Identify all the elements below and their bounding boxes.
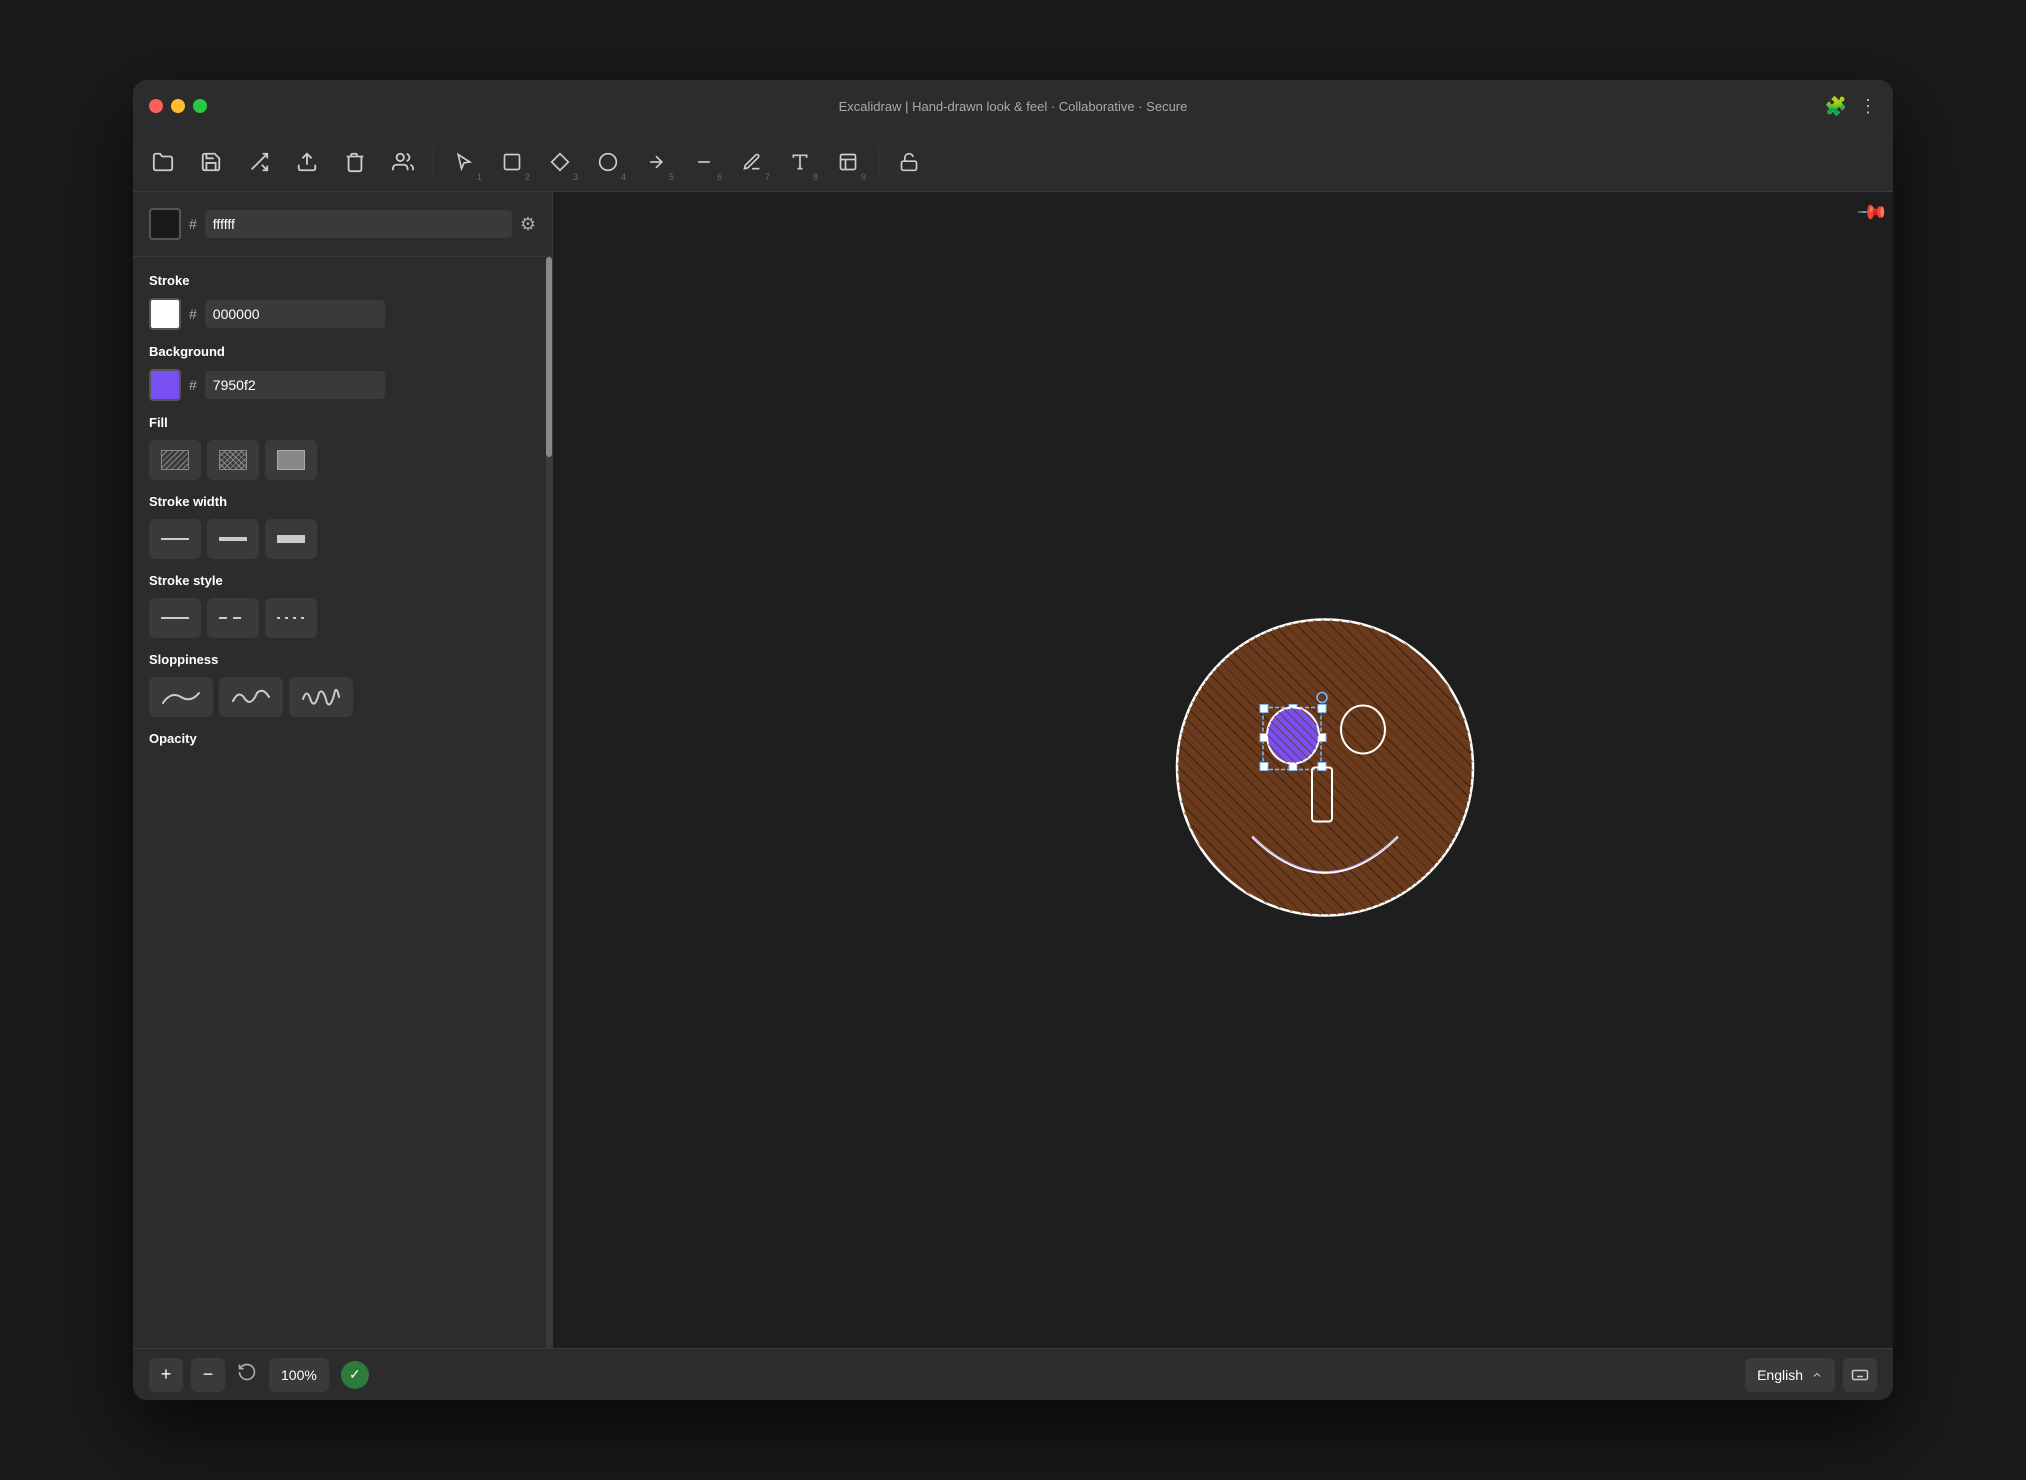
image-tool[interactable]: 9 bbox=[826, 140, 870, 184]
scrollbar-thumb[interactable] bbox=[546, 257, 552, 457]
stroke-style-label: Stroke style bbox=[149, 573, 538, 588]
stroke-dashed-button[interactable] bbox=[207, 598, 259, 638]
close-button[interactable] bbox=[149, 99, 163, 113]
share-button[interactable] bbox=[285, 140, 329, 184]
fullscreen-button[interactable] bbox=[193, 99, 207, 113]
traffic-lights bbox=[149, 99, 207, 113]
stroke-hash: # bbox=[189, 306, 197, 322]
left-panel: # ffffff ⚙ Stroke # 000000 bbox=[133, 192, 553, 1348]
fill-hatch-preview bbox=[161, 450, 189, 470]
titlebar-actions: 🧩 ⋮ bbox=[1825, 96, 1877, 117]
save-button[interactable] bbox=[189, 140, 233, 184]
rectangle-tool[interactable]: 2 bbox=[490, 140, 534, 184]
keyboard-shortcuts-button[interactable] bbox=[1843, 1358, 1877, 1392]
stroke-label: Stroke bbox=[149, 273, 538, 288]
stroke-style-options bbox=[149, 598, 538, 638]
background-color-row: # 7950f2 bbox=[149, 369, 538, 401]
pencil-tool[interactable]: 7 bbox=[730, 140, 774, 184]
slop-3-icon bbox=[301, 685, 341, 709]
collaborate-button[interactable] bbox=[381, 140, 425, 184]
stroke-width-label: Stroke width bbox=[149, 494, 538, 509]
window-title: Excalidraw | Hand-drawn look & feel · Co… bbox=[839, 99, 1188, 114]
sloppiness-label: Sloppiness bbox=[149, 652, 538, 667]
top-toolbar: 1 2 3 4 5 bbox=[133, 132, 1893, 192]
pin-icon: 📌 bbox=[1855, 195, 1890, 230]
stroke-thin-preview bbox=[161, 538, 189, 540]
stroke-dotted-preview bbox=[277, 617, 305, 619]
background-color-swatch[interactable] bbox=[149, 369, 181, 401]
canvas-color-swatch[interactable] bbox=[149, 208, 181, 240]
fill-hatch-button[interactable] bbox=[149, 440, 201, 480]
more-icon[interactable]: ⋮ bbox=[1859, 96, 1877, 117]
sloppiness-1-button[interactable] bbox=[149, 677, 213, 717]
diamond-tool[interactable]: 3 bbox=[538, 140, 582, 184]
open-file-button[interactable] bbox=[141, 140, 185, 184]
app-window: Excalidraw | Hand-drawn look & feel · Co… bbox=[133, 80, 1893, 1400]
smiley-drawing bbox=[1155, 598, 1495, 943]
stroke-medium-button[interactable] bbox=[207, 519, 259, 559]
stroke-solid-preview bbox=[161, 617, 189, 619]
language-selector[interactable]: English bbox=[1745, 1358, 1835, 1392]
background-hash: # bbox=[189, 377, 197, 393]
zoom-level-button[interactable]: 100% bbox=[269, 1358, 329, 1392]
stroke-medium-preview bbox=[219, 537, 247, 541]
sloppiness-options bbox=[149, 677, 538, 717]
toolbar-divider-2 bbox=[878, 147, 879, 177]
stroke-color-row: # 000000 bbox=[149, 298, 538, 330]
fill-label: Fill bbox=[149, 415, 538, 430]
fill-solid-button[interactable] bbox=[265, 440, 317, 480]
fill-crosshatch-button[interactable] bbox=[207, 440, 259, 480]
stroke-thin-button[interactable] bbox=[149, 519, 201, 559]
extensions-icon[interactable]: 🧩 bbox=[1825, 96, 1847, 117]
titlebar: Excalidraw | Hand-drawn look & feel · Co… bbox=[133, 80, 1893, 132]
stroke-color-swatch[interactable] bbox=[149, 298, 181, 330]
canvas-color-input[interactable]: ffffff bbox=[205, 210, 512, 238]
hash-symbol: # bbox=[189, 216, 197, 232]
line-tool[interactable]: 6 bbox=[682, 140, 726, 184]
stroke-thick-preview bbox=[277, 535, 305, 543]
sloppiness-3-button[interactable] bbox=[289, 677, 353, 717]
arrow-tool[interactable]: 5 bbox=[634, 140, 678, 184]
color-settings-icon[interactable]: ⚙ bbox=[520, 214, 536, 235]
sync-status-icon: ✓ bbox=[341, 1361, 369, 1389]
zoom-in-button[interactable]: + bbox=[149, 1358, 183, 1392]
zoom-out-button[interactable]: − bbox=[191, 1358, 225, 1392]
background-label: Background bbox=[149, 344, 538, 359]
select-tool[interactable]: 1 bbox=[442, 140, 486, 184]
chevron-up-icon bbox=[1811, 1369, 1823, 1381]
minimize-button[interactable] bbox=[171, 99, 185, 113]
color-top-bar: # ffffff ⚙ bbox=[133, 192, 552, 257]
lock-tool[interactable] bbox=[887, 140, 931, 184]
stroke-solid-button[interactable] bbox=[149, 598, 201, 638]
toolbar-divider-1 bbox=[433, 147, 434, 177]
properties-panel: Stroke # 000000 Background # 7950f2 Fi bbox=[133, 257, 552, 772]
file-tools bbox=[141, 140, 425, 184]
opacity-label: Opacity bbox=[149, 731, 538, 746]
ellipse-tool[interactable]: 4 bbox=[586, 140, 630, 184]
slop-2-icon bbox=[231, 685, 271, 709]
text-tool[interactable]: 8 bbox=[778, 140, 822, 184]
sloppiness-2-button[interactable] bbox=[219, 677, 283, 717]
export-button[interactable] bbox=[237, 140, 281, 184]
stroke-dashed-preview bbox=[219, 617, 247, 619]
fill-solid-preview bbox=[277, 450, 305, 470]
slop-1-icon bbox=[161, 685, 201, 709]
stroke-color-input[interactable]: 000000 bbox=[205, 300, 385, 328]
stroke-thick-button[interactable] bbox=[265, 519, 317, 559]
stroke-dotted-button[interactable] bbox=[265, 598, 317, 638]
keyboard-icon bbox=[1851, 1366, 1869, 1384]
bottom-bar: + − 100% ✓ English bbox=[133, 1348, 1893, 1400]
canvas-area[interactable]: 📌 bbox=[553, 192, 1893, 1348]
background-color-input[interactable]: 7950f2 bbox=[205, 371, 385, 399]
fill-crosshatch-preview bbox=[219, 450, 247, 470]
delete-button[interactable] bbox=[333, 140, 377, 184]
zoom-reset-icon[interactable] bbox=[237, 1362, 257, 1387]
smiley-svg bbox=[1155, 598, 1495, 938]
stroke-width-options bbox=[149, 519, 538, 559]
content-area: # ffffff ⚙ Stroke # 000000 bbox=[133, 192, 1893, 1348]
fill-options bbox=[149, 440, 538, 480]
